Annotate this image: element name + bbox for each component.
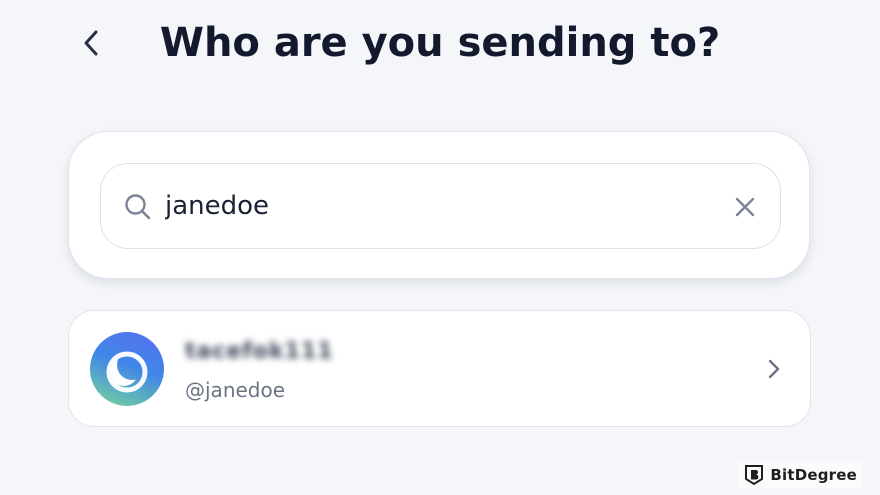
search-card [68,131,810,279]
crescent-moon-avatar-icon [106,351,148,393]
chevron-right-icon [768,359,780,379]
search-icon [125,194,151,220]
avatar [90,332,164,406]
result-username: @janedoe [185,378,286,402]
clear-search-button[interactable] [732,194,758,220]
search-box[interactable] [100,163,781,249]
result-display-name: tacefok111 [185,339,334,364]
close-icon [735,197,755,217]
watermark: BitDegree [738,461,862,489]
bitdegree-logo-icon [745,465,764,486]
page-title: Who are you sending to? [159,20,721,66]
search-result-item[interactable]: tacefok111 @janedoe [68,310,811,427]
search-input[interactable] [165,186,705,226]
watermark-text: BitDegree [770,466,857,484]
